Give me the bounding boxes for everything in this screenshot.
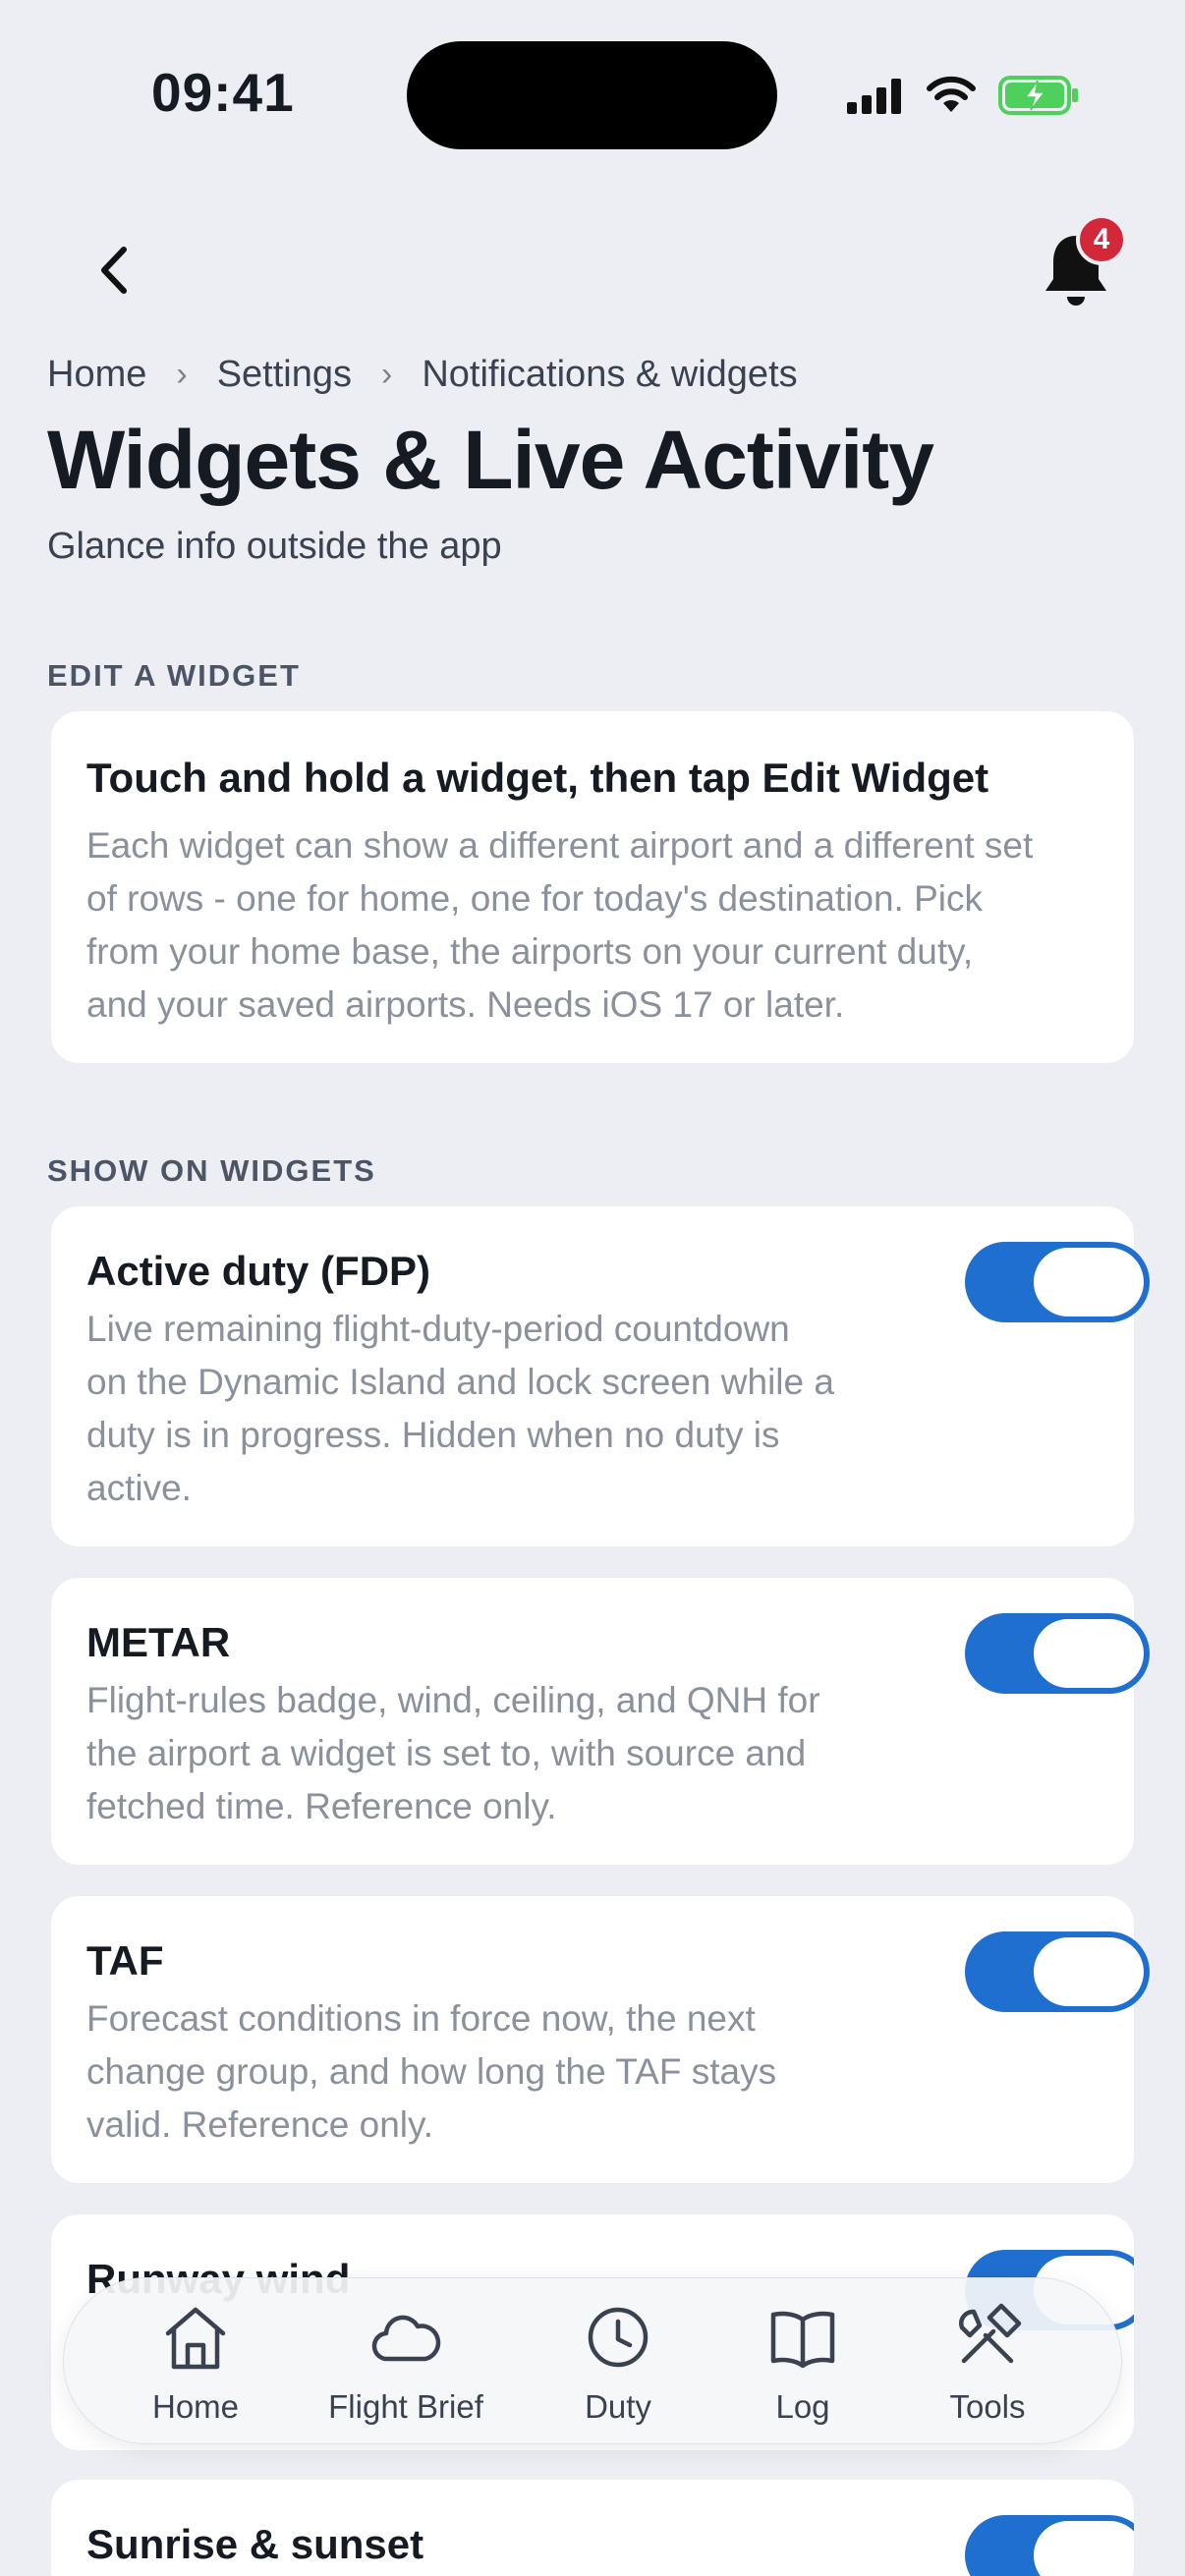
breadcrumb: Home › Settings › Notifications & widget… bbox=[47, 354, 798, 396]
tab-label: Home bbox=[151, 2388, 240, 2425]
row-title: Active duty (FDP) bbox=[86, 1248, 431, 1294]
tab-label: Flight Brief bbox=[328, 2388, 483, 2425]
tab-tools[interactable]: Tools bbox=[899, 2300, 1076, 2426]
row-title: TAF bbox=[86, 1937, 164, 1984]
tab-label: Duty bbox=[585, 2388, 651, 2425]
breadcrumb-settings[interactable]: Settings bbox=[217, 354, 352, 396]
page-title: Widgets & Live Activity bbox=[47, 414, 934, 506]
chevron-right-icon: › bbox=[176, 356, 188, 393]
tab-duty[interactable]: Duty bbox=[530, 2300, 706, 2426]
widget-row-metar: METAR Flight-rules badge, wind, ceiling,… bbox=[51, 1578, 1150, 1865]
chevron-right-icon: › bbox=[381, 356, 393, 393]
row-title: METAR bbox=[86, 1619, 231, 1665]
wifi-icon bbox=[927, 76, 976, 112]
row-description: Flight-rules badge, wind, ceiling, and Q… bbox=[86, 1680, 820, 1826]
status-bar: 09:41 bbox=[0, 0, 1185, 187]
home-icon bbox=[165, 2307, 226, 2370]
clock-icon bbox=[588, 2307, 649, 2368]
row-description: Forecast conditions in force now, the ne… bbox=[86, 1998, 777, 2145]
book-icon bbox=[770, 2311, 835, 2369]
metar-toggle[interactable] bbox=[965, 1613, 1150, 1694]
chevron-left-icon bbox=[101, 247, 127, 294]
card-title: Touch and hold a widget, then tap Edit W… bbox=[86, 755, 989, 801]
tab-home[interactable]: Home bbox=[107, 2300, 284, 2426]
battery-charging-icon bbox=[998, 76, 1078, 115]
row-description: Live remaining flight-duty-period countd… bbox=[86, 1309, 834, 1508]
card-description: Each widget can show a different airport… bbox=[86, 825, 1034, 1025]
taf-toggle[interactable] bbox=[965, 1932, 1150, 2012]
tab-bar: Home Flight Brief Duty Log Tools bbox=[63, 2277, 1122, 2444]
page-subtitle: Glance info outside the app bbox=[47, 526, 502, 567]
tools-icon bbox=[959, 2303, 1022, 2364]
tab-log[interactable]: Log bbox=[714, 2300, 891, 2426]
widget-row-taf: TAF Forecast conditions in force now, th… bbox=[51, 1896, 1150, 2183]
notification-badge: 4 bbox=[1076, 214, 1127, 265]
tab-label: Log bbox=[775, 2388, 830, 2425]
widget-row-active-duty: Active duty (FDP) Live remaining flight-… bbox=[51, 1206, 1150, 1546]
section-label-edit-widget: EDIT A WIDGET bbox=[47, 658, 301, 693]
section-label-show-on-widgets: SHOW ON WIDGETS bbox=[47, 1153, 376, 1188]
status-icons bbox=[847, 71, 1083, 120]
sunrise-sunset-toggle[interactable] bbox=[965, 2515, 1134, 2576]
cloud-icon bbox=[371, 2315, 441, 2362]
row-title: Sunrise & sunset bbox=[86, 2521, 424, 2567]
tab-flight-brief[interactable]: Flight Brief bbox=[317, 2300, 494, 2426]
breadcrumb-current: Notifications & widgets bbox=[422, 354, 798, 395]
dynamic-island bbox=[407, 41, 777, 149]
active-duty-toggle[interactable] bbox=[965, 1242, 1150, 1322]
signal-icon bbox=[847, 79, 901, 114]
breadcrumb-home[interactable]: Home bbox=[47, 354, 146, 396]
status-time: 09:41 bbox=[151, 62, 295, 123]
back-button[interactable] bbox=[86, 236, 145, 305]
tab-label: Tools bbox=[949, 2388, 1026, 2425]
edit-widget-card: Touch and hold a widget, then tap Edit W… bbox=[51, 711, 1134, 1063]
widget-row-sunrise-sunset: Sunrise & sunset bbox=[51, 2480, 1134, 2576]
